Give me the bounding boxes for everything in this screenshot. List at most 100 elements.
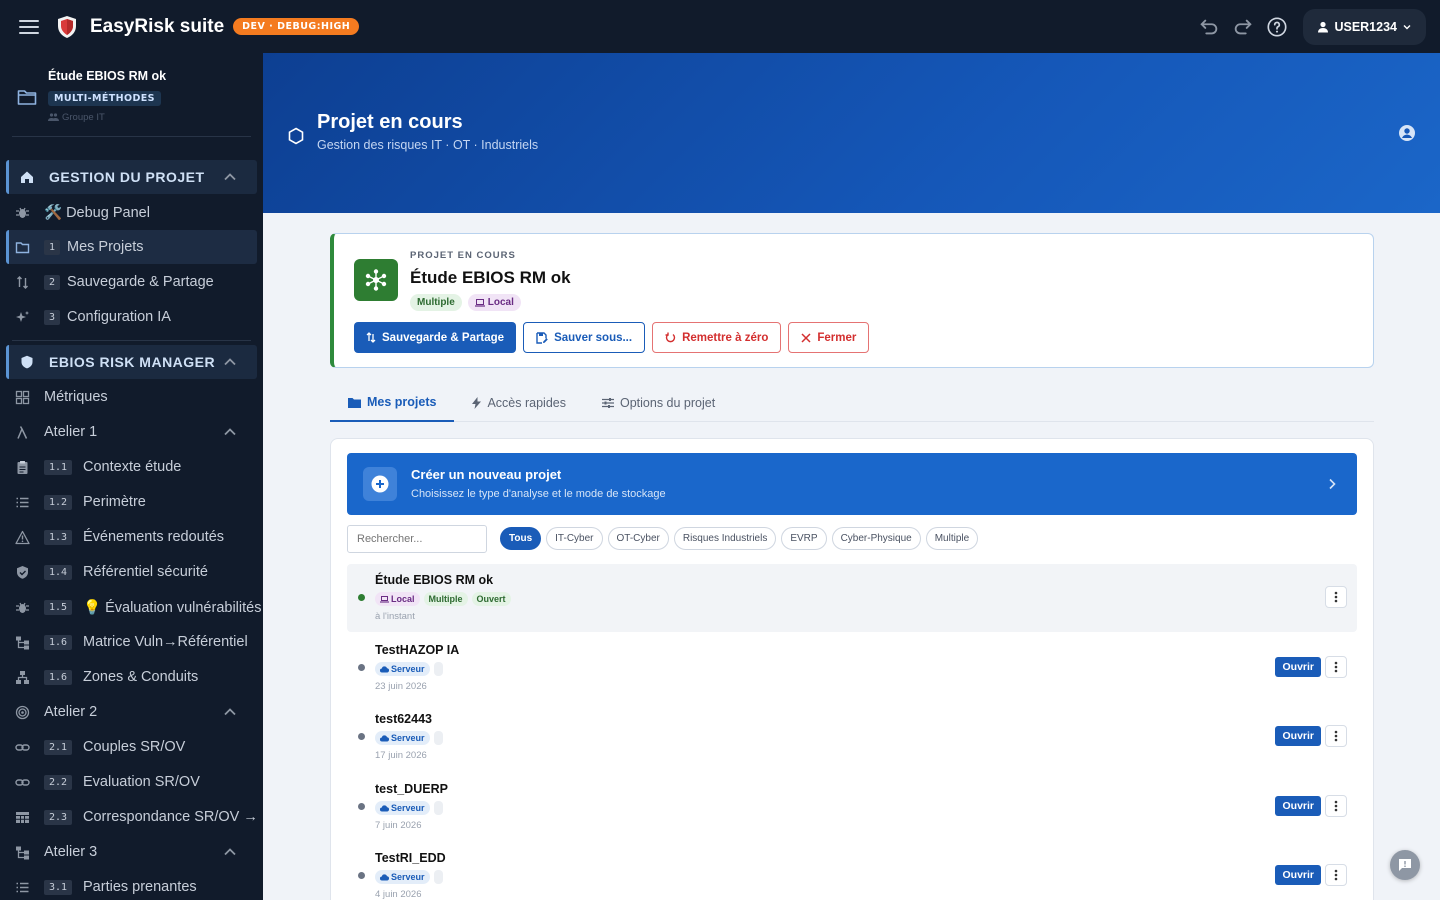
create-project-button[interactable]: Créer un nouveau projet Choisissez le ty… [347, 453, 1357, 515]
filter-chips: Tous IT-Cyber OT-Cyber Risques Industrie… [500, 527, 979, 550]
sidebar-item-evaluation-sr-ov[interactable]: 2.2 Evaluation SR/OV [6, 765, 257, 799]
open-project-button[interactable]: Ouvrir [1275, 796, 1321, 816]
chevron-up-icon [224, 708, 236, 716]
filter-chip-evrp[interactable]: EVRP [781, 527, 827, 550]
project-row[interactable]: Étude EBIOS RM ok Local Multiple Ouvert … [347, 564, 1357, 632]
sidebar: Étude EBIOS RM ok MULTI-MÉTHODES Groupe … [0, 53, 263, 900]
redo-icon[interactable] [1232, 16, 1254, 38]
project-date: 4 juin 2026 [375, 889, 422, 900]
sidebar-item-label: Atelier 1 [44, 424, 98, 440]
project-date: à l'instant [375, 611, 415, 622]
network-hub-icon [365, 269, 387, 291]
shield-icon [21, 355, 33, 369]
sidebar-item-label: Métriques [44, 389, 108, 405]
user-menu-button[interactable]: USER1234 [1303, 8, 1426, 45]
filter-chip-multiple[interactable]: Multiple [925, 527, 979, 550]
sidebar-item-mes-projets[interactable]: 1 Mes Projets [6, 230, 257, 264]
page-subtitle: Gestion des risques IT · OT · Industriel… [317, 138, 539, 152]
project-row[interactable]: test62443 Serveur 17 juin 2026 Ouvrir [347, 703, 1357, 771]
lambda-icon [17, 425, 28, 439]
sidebar-item-contexte-etude[interactable]: 1.1 Contexte étude [6, 450, 257, 484]
sidebar-item-atelier-2[interactable]: Atelier 2 [6, 695, 257, 729]
page-title: Projet en cours [317, 111, 463, 133]
sidebar-item-matrice-vuln-referentiel[interactable]: 1.6 Matrice Vuln→Référentiel [6, 625, 257, 659]
status-dot [358, 664, 365, 671]
tab-mes-projets[interactable]: Mes projets [330, 384, 455, 422]
account-circle-icon[interactable] [1398, 124, 1416, 142]
open-project-button[interactable]: Ouvrir [1275, 865, 1321, 885]
more-options-button[interactable] [1325, 586, 1347, 608]
sidebar-item-sauvegarde-partage[interactable]: 2 Sauvegarde & Partage [6, 265, 257, 299]
storage-chip: Local [467, 294, 521, 311]
cloud-icon [380, 734, 389, 742]
clipboard-icon [17, 460, 28, 474]
laptop-icon [380, 595, 389, 603]
sidebar-item-zones-conduits[interactable]: 1.6 Zones & Conduits [6, 660, 257, 694]
sidebar-item-parties-prenantes[interactable]: 3.1 Parties prenantes [6, 870, 257, 900]
cloud-icon [380, 804, 389, 812]
target-icon [15, 705, 30, 719]
filter-chip-cyber-physique[interactable]: Cyber-Physique [831, 527, 921, 550]
sidebar-item-couples-sr-ov[interactable]: 2.1 Couples SR/OV [6, 730, 257, 764]
sidebar-project-header[interactable]: Étude EBIOS RM ok MULTI-MÉTHODES Groupe … [0, 53, 263, 137]
project-row[interactable]: TestRI_EDD Serveur 4 juin 2026 Ouvrir [347, 842, 1357, 900]
more-options-button[interactable] [1325, 656, 1347, 678]
section-ebios-risk-manager[interactable]: EBIOS RISK MANAGER [6, 345, 257, 379]
sidebar-item-evenements-redoutes[interactable]: 1.3 Événements redoutés [6, 520, 257, 554]
link-icon [15, 743, 30, 751]
method-chip: Multiple [410, 294, 462, 311]
filter-chip-risques-industriels[interactable]: Risques Industriels [673, 527, 777, 550]
sidebar-item-debug-panel[interactable]: 🛠️ Debug Panel [6, 195, 257, 229]
filter-chip-tous[interactable]: Tous [500, 527, 542, 550]
hamburger-menu-icon[interactable] [18, 16, 40, 38]
project-name: test_DUERP [375, 782, 448, 796]
sidebar-item-label: 💡 Évaluation vulnérabilités [83, 599, 262, 616]
tab-acces-rapides[interactable]: Accès rapides [454, 384, 584, 422]
undo-icon[interactable] [1198, 16, 1220, 38]
sidebar-item-atelier-3[interactable]: Atelier 3 [6, 835, 257, 869]
sidebar-item-correspondance-sr-ov[interactable]: 2.3 Correspondance SR/OV → EF [6, 800, 263, 834]
section-gestion-du-projet[interactable]: GESTION DU PROJET [6, 160, 257, 194]
sidebar-item-atelier-1[interactable]: Atelier 1 [6, 415, 257, 449]
sidebar-item-label: Parties prenantes [83, 879, 197, 895]
empty-chip [433, 662, 443, 676]
filter-chip-it-cyber[interactable]: IT-Cyber [546, 527, 603, 550]
more-options-button[interactable] [1325, 725, 1347, 747]
close-project-button[interactable]: Fermer [788, 322, 870, 353]
folder-icon [17, 90, 37, 105]
sidebar-item-evaluation-vulnerabilites[interactable]: 1.5 💡 Évaluation vulnérabilités [6, 590, 261, 624]
tree-icon [16, 636, 29, 649]
sidebar-item-label: Atelier 3 [44, 844, 98, 860]
sidebar-item-number: 1.2 [44, 494, 73, 510]
sidebar-item-configuration-ia[interactable]: 3 Configuration IA [6, 300, 257, 334]
shield-check-icon [17, 565, 28, 579]
save-as-button[interactable]: Sauver sous... [523, 322, 646, 353]
tab-options-du-projet[interactable]: Options du projet [584, 384, 733, 422]
open-project-button[interactable]: Ouvrir [1275, 726, 1321, 746]
project-avatar [354, 259, 398, 301]
sidebar-item-metriques[interactable]: Métriques [6, 380, 257, 414]
user-icon [1318, 21, 1329, 32]
sidebar-item-referentiel-securite[interactable]: 1.4 Référentiel sécurité [6, 555, 257, 589]
projects-panel: Créer un nouveau projet Choisissez le ty… [330, 438, 1374, 900]
divider [12, 136, 251, 137]
divider [12, 340, 251, 341]
filter-chip-ot-cyber[interactable]: OT-Cyber [607, 527, 669, 550]
sidebar-item-number: 1.5 [44, 599, 73, 615]
reset-button[interactable]: Remettre à zéro [652, 322, 782, 353]
sidebar-item-number: 3 [44, 309, 61, 325]
help-icon[interactable] [1266, 16, 1288, 38]
sidebar-item-perimetre[interactable]: 1.2 Perimètre [6, 485, 257, 519]
more-options-button[interactable] [1325, 795, 1347, 817]
create-project-subtitle: Choisissez le type d'analyse et le mode … [411, 488, 666, 500]
feedback-button[interactable] [1390, 850, 1420, 880]
status-chip: Ouvert [471, 592, 511, 606]
more-options-button[interactable] [1325, 864, 1347, 886]
status-dot [358, 733, 365, 740]
project-row[interactable]: TestHAZOP IA Serveur 23 juin 2026 Ouvrir [347, 634, 1357, 702]
open-project-button[interactable]: Ouvrir [1275, 657, 1321, 677]
project-row[interactable]: test_DUERP Serveur 7 juin 2026 Ouvrir [347, 773, 1357, 841]
search-input[interactable] [347, 525, 487, 553]
chevron-up-icon [224, 848, 236, 856]
save-share-button[interactable]: Sauvegarde & Partage [354, 322, 517, 353]
